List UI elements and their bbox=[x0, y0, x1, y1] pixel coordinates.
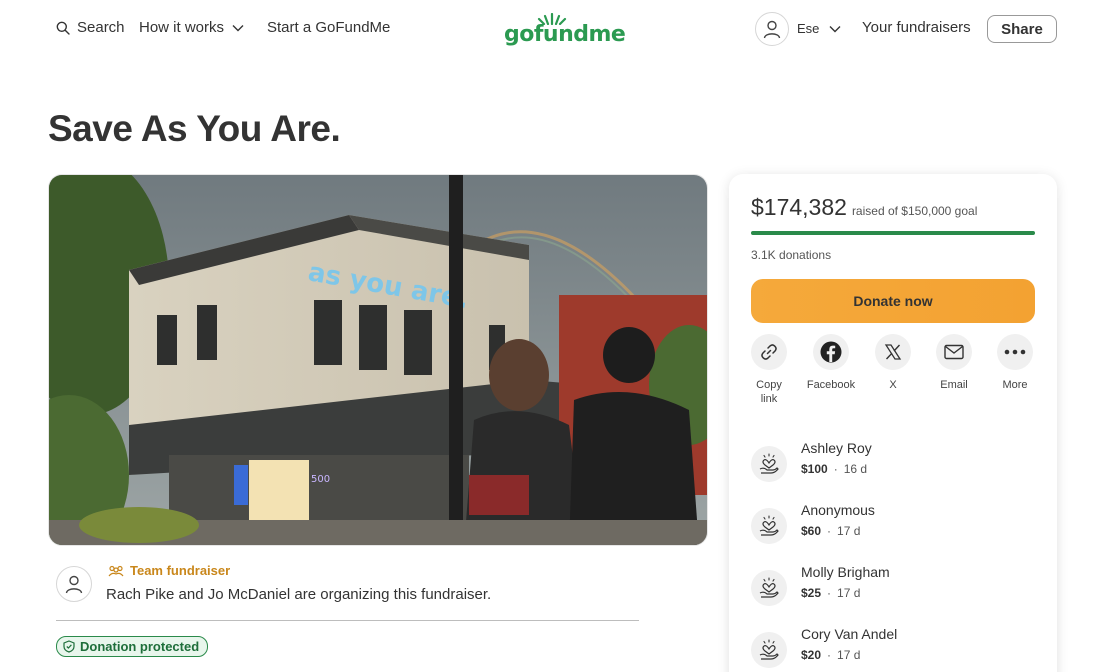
logo-text: gofundme bbox=[504, 22, 626, 47]
search-icon bbox=[56, 21, 70, 35]
donor-time: 17 d bbox=[837, 524, 861, 538]
search-label: Search bbox=[77, 19, 125, 36]
share-circle bbox=[875, 334, 911, 370]
heart-hand-icon bbox=[759, 577, 779, 598]
donation-card: $174,382 raised of $150,000 goal 3.1K do… bbox=[729, 174, 1057, 672]
share-circle bbox=[813, 334, 849, 370]
share-circle bbox=[997, 334, 1033, 370]
chevron-down-icon bbox=[232, 24, 244, 31]
facebook-icon bbox=[820, 341, 842, 363]
donor-icon bbox=[751, 446, 787, 482]
raised-summary: $174,382 raised of $150,000 goal bbox=[751, 194, 977, 221]
link-icon bbox=[761, 344, 777, 360]
chevron-down-icon bbox=[829, 25, 841, 32]
team-icon bbox=[108, 565, 124, 576]
share-email[interactable]: Email bbox=[924, 334, 984, 392]
header-share-button[interactable]: Share bbox=[987, 15, 1057, 43]
donor-name: Ashley Roy bbox=[801, 440, 872, 456]
share-circle bbox=[751, 334, 787, 370]
hero-photo: as you are. 500 bbox=[49, 175, 707, 545]
meta-separator: · bbox=[833, 462, 838, 476]
organizer-avatar[interactable] bbox=[56, 566, 92, 602]
donor-amount: $60 bbox=[801, 524, 822, 538]
divider bbox=[56, 620, 639, 621]
donor-meta: $20 · 17 d bbox=[801, 648, 860, 662]
progress-fill bbox=[751, 231, 1035, 235]
share-label: X bbox=[889, 379, 897, 391]
email-icon bbox=[944, 344, 964, 360]
donor-name: Molly Brigham bbox=[801, 564, 890, 580]
site-header: Search How it works Start a GoFundMe gof… bbox=[0, 0, 1102, 58]
meta-separator: · bbox=[827, 586, 832, 600]
raised-goal: raised of $150,000 goal bbox=[851, 204, 978, 218]
team-fundraiser-label: Team fundraiser bbox=[130, 563, 231, 578]
share-circle bbox=[936, 334, 972, 370]
donate-now-button[interactable]: Donate now bbox=[751, 279, 1035, 323]
start-gofundme-link[interactable]: Start a GoFundMe bbox=[267, 19, 390, 36]
share-options: Copy link Facebook X Email More bbox=[751, 334, 1041, 409]
donor-amount: $20 bbox=[801, 648, 822, 662]
share-copy-link[interactable]: Copy link bbox=[739, 334, 799, 406]
heart-hand-icon bbox=[759, 515, 779, 536]
meta-separator: · bbox=[827, 524, 832, 538]
donation-protected-badge[interactable]: Donation protected bbox=[56, 636, 209, 657]
x-icon bbox=[884, 344, 902, 360]
donor-amount: $25 bbox=[801, 586, 822, 600]
more-icon bbox=[1004, 349, 1026, 355]
share-label: Email bbox=[940, 379, 968, 391]
team-fundraiser-badge: Team fundraiser bbox=[108, 563, 230, 578]
donor-meta: $25 · 17 d bbox=[801, 586, 860, 600]
donor-time: 16 d bbox=[843, 462, 868, 476]
heart-hand-icon bbox=[759, 453, 779, 474]
share-facebook[interactable]: Facebook bbox=[801, 334, 861, 392]
donor-meta: $100 · 16 d bbox=[801, 462, 867, 476]
donor-icon bbox=[751, 632, 787, 668]
fundraiser-hero-image[interactable]: as you are. 500 bbox=[48, 174, 708, 546]
donor-item: Molly Brigham $25 · 17 d bbox=[751, 564, 1041, 614]
user-avatar[interactable] bbox=[755, 12, 789, 46]
donor-amount: $100 bbox=[801, 462, 828, 476]
donor-item: Ashley Roy $100 · 16 d bbox=[751, 440, 1041, 490]
user-name-label: Ese bbox=[797, 21, 820, 36]
donor-time: 17 d bbox=[837, 648, 861, 662]
meta-separator: · bbox=[827, 648, 832, 662]
progress-bar bbox=[751, 231, 1035, 235]
share-label: Copy link bbox=[756, 379, 782, 405]
heart-hand-icon bbox=[759, 639, 779, 660]
hero-building-number: 500 bbox=[311, 474, 330, 485]
how-it-works-label: How it works bbox=[139, 19, 225, 36]
donation-protected-label: Donation protected bbox=[80, 639, 200, 654]
donor-item: Cory Van Andel $20 · 17 d bbox=[751, 626, 1041, 672]
how-it-works-menu[interactable]: How it works bbox=[139, 19, 244, 36]
donations-count[interactable]: 3.1K donations bbox=[751, 248, 831, 262]
donor-icon bbox=[751, 508, 787, 544]
gofundme-logo[interactable]: gofundme bbox=[504, 13, 626, 47]
share-label: More bbox=[1002, 379, 1028, 391]
donor-item: Anonymous $60 · 17 d bbox=[751, 502, 1041, 552]
user-menu[interactable]: Ese bbox=[797, 21, 841, 36]
shield-icon bbox=[63, 640, 75, 653]
your-fundraisers-link[interactable]: Your fundraisers bbox=[862, 19, 971, 36]
share-x[interactable]: X bbox=[863, 334, 923, 392]
donor-name: Cory Van Andel bbox=[801, 626, 898, 642]
organizer-text: Rach Pike and Jo McDaniel are organizing… bbox=[106, 586, 492, 603]
user-icon bbox=[65, 575, 83, 594]
user-icon bbox=[763, 20, 781, 39]
donor-name: Anonymous bbox=[801, 502, 875, 518]
donor-icon bbox=[751, 570, 787, 606]
page-title: Save As You Are. bbox=[48, 108, 341, 149]
donor-meta: $60 · 17 d bbox=[801, 524, 860, 538]
share-more[interactable]: More bbox=[985, 334, 1045, 392]
share-label: Facebook bbox=[806, 379, 856, 391]
raised-amount: $174,382 bbox=[751, 194, 847, 220]
search-link[interactable]: Search bbox=[56, 19, 125, 36]
donor-time: 17 d bbox=[837, 586, 861, 600]
